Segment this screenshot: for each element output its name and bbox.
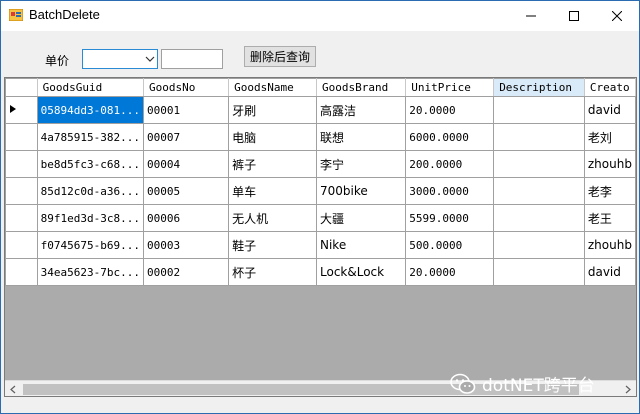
column-header-unitprice[interactable]: UnitPrice bbox=[405, 78, 495, 97]
minimize-icon bbox=[526, 15, 536, 17]
cell-unitprice[interactable]: 5599.0000 bbox=[405, 204, 495, 232]
cell-goodsguid[interactable]: 85d12c0d-a36... bbox=[36, 177, 144, 205]
cell-goodsname[interactable]: 无人机 bbox=[228, 204, 317, 232]
cell-goodsbrand[interactable]: 高露洁 bbox=[315, 96, 407, 124]
batch-delete-window: BatchDelete 单价 删除后查询 GoodsGuid GoodsNo G… bbox=[0, 0, 640, 414]
cell-goodsno[interactable]: 00004 bbox=[142, 150, 230, 178]
cell-creator[interactable]: david bbox=[583, 96, 636, 124]
cell-goodsguid[interactable]: f0745675-b69... bbox=[36, 231, 144, 259]
cell-goodsno[interactable]: 00003 bbox=[142, 231, 230, 259]
close-button[interactable] bbox=[597, 1, 637, 31]
cell-creator[interactable]: 老刘 bbox=[583, 123, 636, 151]
column-header-creator[interactable]: Creato bbox=[583, 78, 636, 97]
column-header-description[interactable]: Description bbox=[493, 78, 585, 97]
maximize-button[interactable] bbox=[554, 1, 594, 31]
table-row[interactable]: 05894dd3-081... 00001 牙刷 高露洁 20.0000 dav… bbox=[5, 96, 636, 124]
cell-description[interactable] bbox=[493, 150, 585, 178]
table-row[interactable]: 34ea5623-7bc... 00002 杯子 Lock&Lock 20.00… bbox=[5, 258, 636, 286]
cell-creator[interactable]: 老王 bbox=[583, 204, 636, 232]
cell-goodsbrand[interactable]: 大疆 bbox=[315, 204, 407, 232]
app-form-icon bbox=[9, 9, 23, 21]
cell-creator[interactable]: zhouhb bbox=[583, 231, 636, 259]
table-row[interactable]: f0745675-b69... 00003 鞋子 Nike 500.0000 z… bbox=[5, 231, 636, 259]
cell-goodsno[interactable]: 00007 bbox=[142, 123, 230, 151]
row-header-current[interactable] bbox=[5, 96, 38, 124]
cell-goodsname[interactable]: 电脑 bbox=[228, 123, 317, 151]
cell-creator[interactable]: david bbox=[583, 258, 636, 286]
table-row[interactable]: 85d12c0d-a36... 00005 单车 700bike 3000.00… bbox=[5, 177, 636, 205]
close-icon bbox=[612, 11, 622, 21]
current-row-arrow-icon bbox=[10, 104, 16, 113]
cell-goodsguid[interactable]: 89f1ed3d-3c8... bbox=[36, 204, 144, 232]
title-bar[interactable]: BatchDelete bbox=[1, 1, 639, 31]
cell-unitprice[interactable]: 3000.0000 bbox=[405, 177, 495, 205]
row-header[interactable] bbox=[5, 123, 38, 151]
cell-description[interactable] bbox=[493, 204, 585, 232]
cell-goodsname[interactable]: 单车 bbox=[228, 177, 317, 205]
column-header-goodsname[interactable]: GoodsName bbox=[228, 78, 317, 97]
column-header-goodsno[interactable]: GoodsNo bbox=[142, 78, 230, 97]
header-row: GoodsGuid GoodsNo GoodsName GoodsBrand U… bbox=[5, 78, 636, 97]
row-header[interactable] bbox=[5, 150, 38, 178]
watermark-text: dotNET跨平台 bbox=[482, 376, 595, 396]
window-title: BatchDelete bbox=[29, 7, 100, 22]
cell-goodsbrand[interactable]: 联想 bbox=[315, 123, 407, 151]
column-header-goodsguid[interactable]: GoodsGuid bbox=[36, 78, 144, 97]
cell-description[interactable] bbox=[493, 258, 585, 286]
cell-goodsname[interactable]: 鞋子 bbox=[228, 231, 317, 259]
cell-goodsbrand[interactable]: Nike bbox=[315, 231, 407, 259]
scroll-right-icon[interactable] bbox=[624, 385, 632, 394]
cell-goodsbrand[interactable]: 李宁 bbox=[315, 150, 407, 178]
scroll-left-icon[interactable] bbox=[9, 385, 17, 394]
maximize-icon bbox=[569, 11, 579, 21]
cell-unitprice[interactable]: 500.0000 bbox=[405, 231, 495, 259]
cell-goodsno[interactable]: 00005 bbox=[142, 177, 230, 205]
price-input[interactable] bbox=[161, 49, 223, 69]
cell-goodsguid[interactable]: be8d5fc3-c68... bbox=[36, 150, 144, 178]
cell-description[interactable] bbox=[493, 177, 585, 205]
cell-description[interactable] bbox=[493, 231, 585, 259]
cell-goodsname[interactable]: 牙刷 bbox=[228, 96, 317, 124]
minimize-button[interactable] bbox=[511, 1, 551, 31]
cell-description[interactable] bbox=[493, 96, 585, 124]
row-header-corner[interactable] bbox=[5, 78, 38, 97]
cell-description[interactable] bbox=[493, 123, 585, 151]
table-row[interactable]: 4a785915-382... 00007 电脑 联想 6000.0000 老刘 bbox=[5, 123, 636, 151]
table-row[interactable]: be8d5fc3-c68... 00004 裤子 李宁 200.0000 zho… bbox=[5, 150, 636, 178]
row-header[interactable] bbox=[5, 177, 38, 205]
cell-creator[interactable]: zhouhb bbox=[583, 150, 636, 178]
row-header[interactable] bbox=[5, 258, 38, 286]
cell-goodsname[interactable]: 裤子 bbox=[228, 150, 317, 178]
unit-price-label: 单价 bbox=[45, 54, 70, 68]
column-header-goodsbrand[interactable]: GoodsBrand bbox=[315, 78, 407, 97]
cell-goodsno[interactable]: 00002 bbox=[142, 258, 230, 286]
chevron-down-icon[interactable] bbox=[145, 55, 155, 63]
watermark: dotNET跨平台 bbox=[450, 371, 595, 396]
cell-creator[interactable]: 老李 bbox=[583, 177, 636, 205]
cell-unitprice[interactable]: 6000.0000 bbox=[405, 123, 495, 151]
cell-goodsguid[interactable]: 34ea5623-7bc... bbox=[36, 258, 144, 286]
goods-table: GoodsGuid GoodsNo GoodsName GoodsBrand U… bbox=[5, 78, 636, 286]
cell-unitprice[interactable]: 20.0000 bbox=[405, 96, 495, 124]
row-header[interactable] bbox=[5, 204, 38, 232]
delete-then-query-button[interactable]: 删除后查询 bbox=[244, 46, 316, 67]
cell-unitprice[interactable]: 20.0000 bbox=[405, 258, 495, 286]
cell-goodsno[interactable]: 00001 bbox=[142, 96, 230, 124]
cell-goodsbrand[interactable]: Lock&Lock bbox=[315, 258, 407, 286]
wechat-icon bbox=[450, 373, 476, 394]
cell-goodsname[interactable]: 杯子 bbox=[228, 258, 317, 286]
row-header[interactable] bbox=[5, 231, 38, 259]
cell-goodsno[interactable]: 00006 bbox=[142, 204, 230, 232]
goods-datagrid[interactable]: GoodsGuid GoodsNo GoodsName GoodsBrand U… bbox=[4, 77, 637, 397]
price-combobox[interactable] bbox=[82, 49, 158, 69]
table-row[interactable]: 89f1ed3d-3c8... 00006 无人机 大疆 5599.0000 老… bbox=[5, 204, 636, 232]
cell-unitprice[interactable]: 200.0000 bbox=[405, 150, 495, 178]
cell-goodsguid[interactable]: 4a785915-382... bbox=[36, 123, 144, 151]
cell-goodsguid[interactable]: 05894dd3-081... bbox=[36, 96, 144, 124]
cell-goodsbrand[interactable]: 700bike bbox=[315, 177, 407, 205]
